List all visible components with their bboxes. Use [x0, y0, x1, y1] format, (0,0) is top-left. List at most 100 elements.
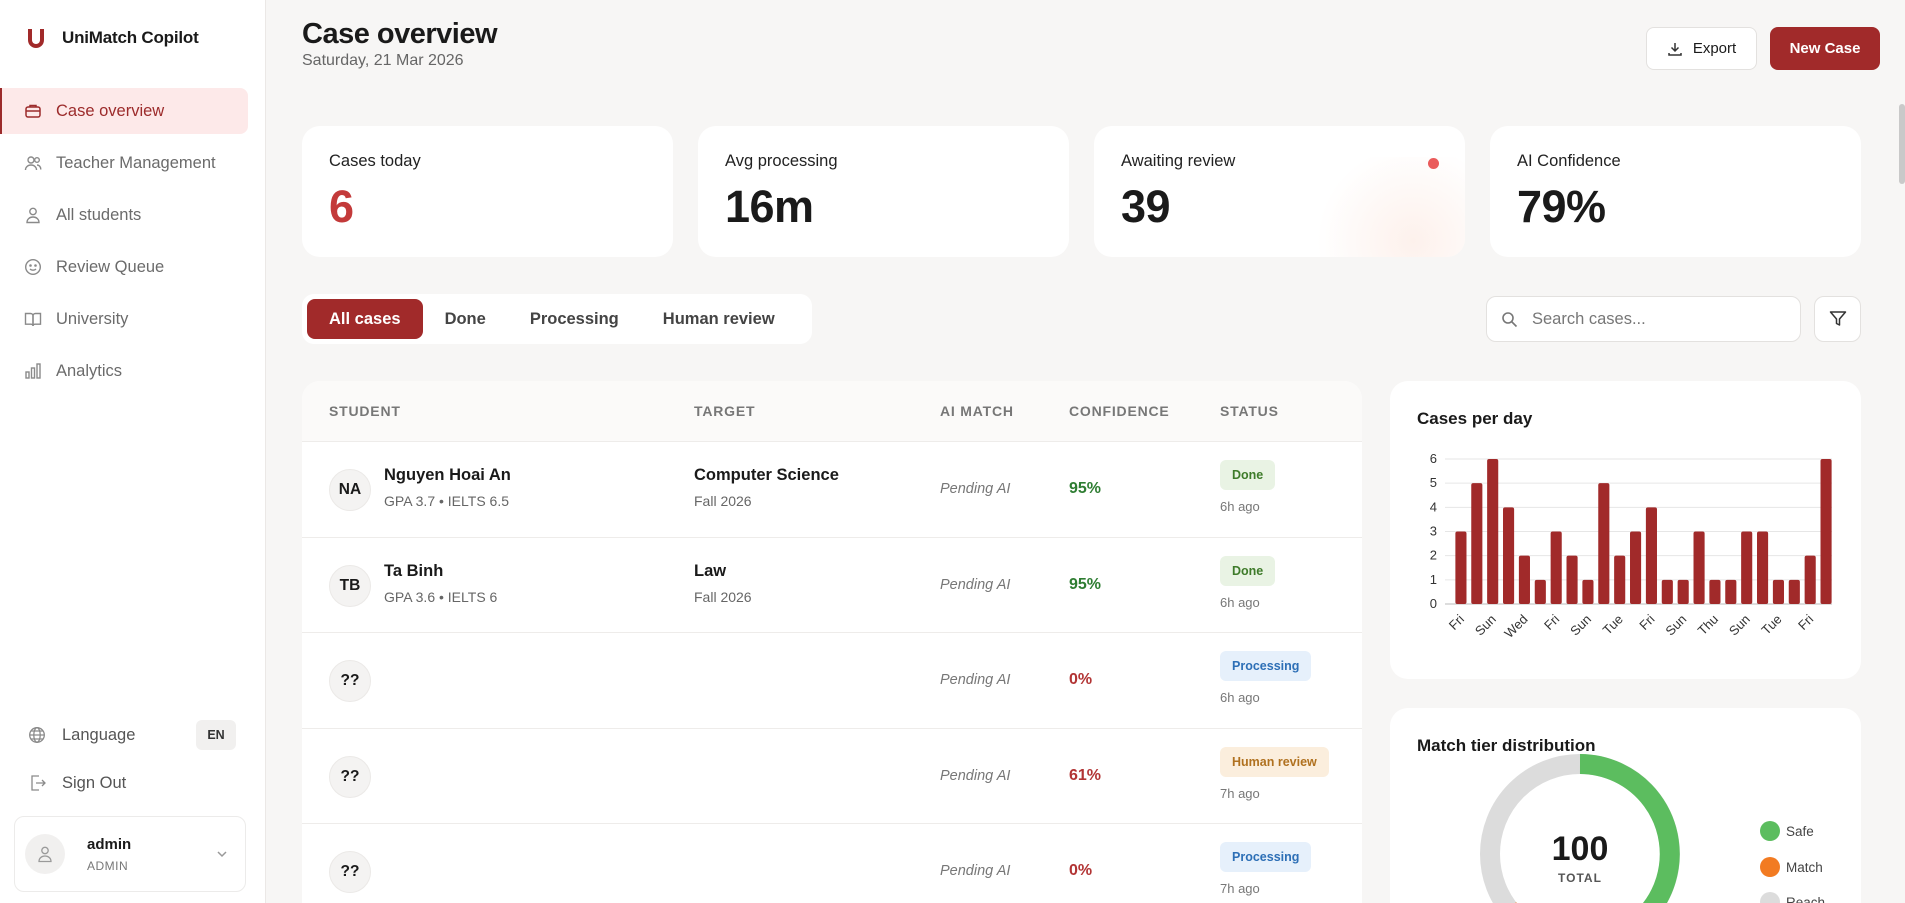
- table-row[interactable]: ?? Pending AI 0% Processing 6h ago: [302, 633, 1362, 729]
- filter-button[interactable]: [1814, 296, 1861, 342]
- tab-all-cases[interactable]: All cases: [307, 299, 423, 339]
- column-header-target[interactable]: TARGET: [694, 403, 755, 419]
- export-label: Export: [1692, 40, 1737, 57]
- confidence-value: 0%: [1069, 862, 1093, 879]
- stat-value: 16m: [725, 181, 814, 232]
- sidebar-item-university[interactable]: University: [0, 296, 248, 342]
- user-name: admin: [87, 835, 132, 853]
- ai-match: Pending AI: [940, 863, 1011, 879]
- table-row[interactable]: TB Ta Binh GPA 3.6 • IELTS 6 Law Fall 20…: [302, 538, 1362, 633]
- sidebar-item-label: Review Queue: [56, 257, 165, 276]
- x-tick-label: Thu: [1695, 612, 1721, 638]
- bar[interactable]: [1677, 579, 1689, 604]
- tab-processing[interactable]: Processing: [508, 299, 641, 339]
- table-header: STUDENT TARGET AI MATCH CONFIDENCE STATU…: [302, 381, 1362, 442]
- tab-human-review[interactable]: Human review: [641, 299, 797, 339]
- legend-item-safe: Safe: [1760, 821, 1814, 841]
- student-initials-avatar: TB: [329, 564, 371, 607]
- target-program: Law: [694, 561, 727, 580]
- bar[interactable]: [1471, 483, 1483, 604]
- bar[interactable]: [1566, 555, 1578, 604]
- export-button[interactable]: Export: [1646, 27, 1757, 70]
- tab-done[interactable]: Done: [423, 299, 508, 339]
- column-header-student[interactable]: STUDENT: [329, 403, 401, 419]
- bar[interactable]: [1614, 555, 1626, 604]
- bar[interactable]: [1534, 579, 1546, 604]
- table-row[interactable]: ?? Pending AI 0% Processing 7h ago: [302, 824, 1362, 903]
- student-scores: GPA 3.6 • IELTS 6: [384, 588, 498, 605]
- sidebar-item-label: University: [56, 309, 129, 328]
- bar[interactable]: [1518, 555, 1530, 604]
- sidebar-item-case-overview[interactable]: Case overview: [0, 88, 248, 134]
- bar[interactable]: [1772, 579, 1784, 604]
- user-avatar-icon: [38, 846, 52, 863]
- brand[interactable]: UniMatch Copilot: [24, 26, 199, 50]
- bar[interactable]: [1757, 531, 1769, 605]
- table-row[interactable]: ?? Pending AI 61% Human review 7h ago: [302, 729, 1362, 824]
- bar[interactable]: [1550, 531, 1562, 605]
- table-row[interactable]: NA Nguyen Hoai An GPA 3.7 • IELTS 6.5 Co…: [302, 442, 1362, 538]
- sign-out-button[interactable]: Sign Out: [28, 768, 126, 798]
- sidebar-item-all-students[interactable]: All students: [0, 192, 248, 238]
- x-tick-label: Wed: [1501, 612, 1530, 641]
- status-badge: Done: [1220, 555, 1276, 586]
- column-header-confidence[interactable]: CONFIDENCE: [1069, 403, 1170, 419]
- stat-ai-confidence: AI Confidence 79%: [1490, 126, 1861, 257]
- x-tick-label: Sun: [1472, 612, 1499, 639]
- language-code-badge[interactable]: EN: [196, 720, 236, 750]
- column-header-ai-match[interactable]: AI MATCH: [940, 403, 1014, 419]
- student-initials-avatar: ??: [329, 660, 371, 702]
- download-icon: [1668, 42, 1682, 56]
- updated-time: 6h ago: [1220, 690, 1260, 705]
- status-badge: Done: [1220, 460, 1276, 490]
- sidebar: UniMatch Copilot Case overview Teacher M…: [0, 0, 266, 903]
- y-tick-label: 6: [1430, 451, 1437, 466]
- scrollbar[interactable]: [1899, 104, 1905, 184]
- bar[interactable]: [1487, 459, 1499, 604]
- bar[interactable]: [1820, 459, 1832, 604]
- filter-icon: [1829, 311, 1846, 326]
- bar[interactable]: [1598, 483, 1610, 604]
- updated-time: 6h ago: [1220, 594, 1260, 610]
- y-tick-label: 2: [1430, 548, 1437, 563]
- search-input[interactable]: [1532, 309, 1782, 329]
- chevron-down-icon[interactable]: [215, 847, 229, 861]
- bar[interactable]: [1804, 555, 1816, 604]
- legend-label: Reach: [1786, 894, 1826, 903]
- bar[interactable]: [1455, 531, 1467, 605]
- language-selector[interactable]: Language EN: [28, 720, 236, 750]
- target-term: Fall 2026: [694, 493, 752, 509]
- bar[interactable]: [1788, 579, 1800, 604]
- sidebar-item-label: Teacher Management: [56, 153, 216, 172]
- bar[interactable]: [1741, 531, 1753, 605]
- bar[interactable]: [1661, 579, 1673, 604]
- confidence-value: 61%: [1069, 766, 1102, 784]
- cases-per-day-card: Cases per day 0 1 2 3 4 5 6 Fri Sun Wed Fri Sun Tue F…: [1390, 381, 1861, 679]
- card-glow: [1305, 157, 1465, 257]
- sidebar-item-label: Case overview: [56, 101, 165, 120]
- sidebar-item-review-queue[interactable]: Review Queue: [0, 244, 248, 290]
- bar[interactable]: [1630, 531, 1642, 605]
- y-tick-label: 4: [1430, 499, 1437, 514]
- bar[interactable]: [1709, 579, 1721, 604]
- bar[interactable]: [1693, 531, 1705, 605]
- sidebar-item-teacher-management[interactable]: Teacher Management: [0, 140, 248, 186]
- column-header-status[interactable]: STATUS: [1220, 403, 1279, 419]
- sidebar-item-analytics[interactable]: Analytics: [0, 348, 248, 394]
- bar[interactable]: [1645, 507, 1657, 604]
- search-icon: [1502, 311, 1518, 327]
- y-tick-label: 3: [1430, 524, 1437, 539]
- book-icon: [24, 312, 42, 327]
- sidebar-item-label: All students: [56, 205, 142, 224]
- bar[interactable]: [1582, 579, 1594, 604]
- bar[interactable]: [1503, 507, 1515, 604]
- bar[interactable]: [1725, 579, 1737, 604]
- stat-label: AI Confidence: [1517, 152, 1621, 170]
- new-case-button[interactable]: New Case: [1770, 27, 1880, 70]
- bar-chart-icon: [25, 363, 41, 379]
- user-menu[interactable]: admin ADMIN: [14, 816, 246, 892]
- stat-value: 79%: [1517, 181, 1606, 232]
- sidebar-item-label: Analytics: [56, 361, 123, 380]
- x-tick-label: Sun: [1726, 612, 1753, 639]
- x-tick-label: Sun: [1567, 612, 1594, 639]
